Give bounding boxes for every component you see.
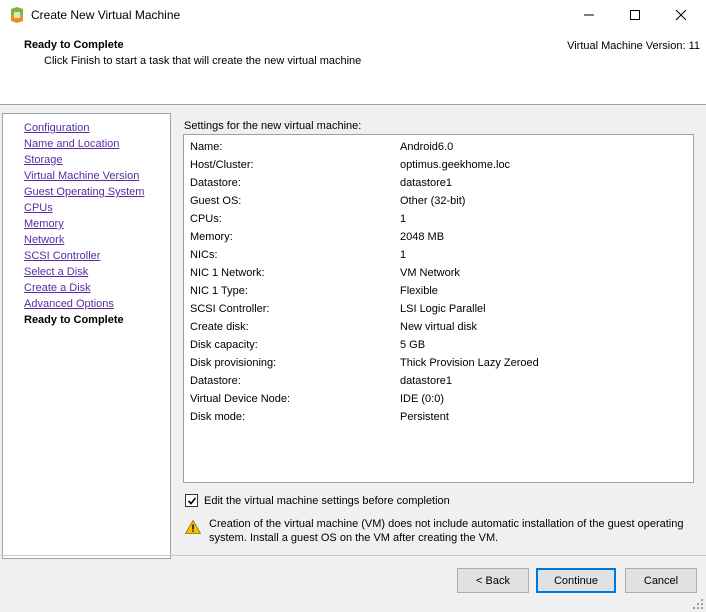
close-button[interactable] (658, 0, 704, 30)
setting-value: Other (32-bit) (400, 195, 466, 207)
nav-step-memory[interactable]: Memory (24, 218, 64, 230)
resize-grip-icon[interactable] (692, 598, 704, 610)
setting-name: Name: (190, 141, 223, 153)
setting-name: Disk mode: (190, 411, 246, 423)
settings-row: NIC 1 Type: Flexible (184, 283, 693, 301)
nav-step-name-and-location[interactable]: Name and Location (24, 138, 119, 150)
button-divider (0, 555, 706, 556)
cancel-button[interactable]: Cancel (625, 568, 697, 593)
nav-step-advanced-options[interactable]: Advanced Options (24, 298, 114, 310)
checkmark-icon (187, 496, 196, 505)
setting-value: IDE (0:0) (400, 393, 445, 405)
settings-row: Create disk: New virtual disk (184, 319, 693, 337)
nav-step-storage[interactable]: Storage (24, 154, 63, 166)
edit-settings-checkbox[interactable] (185, 494, 198, 507)
setting-value: Android6.0 (400, 141, 454, 153)
settings-row: Name: Android6.0 (184, 139, 693, 157)
setting-name: Datastore: (190, 375, 241, 387)
wizard-header: Ready to Complete Click Finish to start … (0, 30, 706, 104)
edit-settings-label[interactable]: Edit the virtual machine settings before… (204, 495, 450, 507)
setting-value: optimus.geekhome.loc (400, 159, 511, 171)
setting-name: Disk provisioning: (190, 357, 277, 369)
settings-row: CPUs: 1 (184, 211, 693, 229)
settings-row: Guest OS: Other (32-bit) (184, 193, 693, 211)
setting-value: Thick Provision Lazy Zeroed (400, 357, 539, 369)
nav-step-virtual-machine-version[interactable]: Virtual Machine Version (24, 170, 139, 182)
nav-step-guest-operating-system[interactable]: Guest Operating System (24, 186, 144, 198)
setting-value: datastore1 (400, 177, 452, 189)
window-title: Create New Virtual Machine (31, 8, 181, 22)
setting-name: Virtual Device Node: (190, 393, 291, 405)
setting-value: 2048 MB (400, 231, 445, 243)
settings-row: SCSI Controller: LSI Logic Parallel (184, 301, 693, 319)
nav-step-network[interactable]: Network (24, 234, 64, 246)
wizard-body: Configuration Name and Location Storage Vir… (0, 104, 706, 612)
nav-step-select-a-disk[interactable]: Select a Disk (24, 266, 88, 278)
nav-step-scsi-controller[interactable]: SCSI Controller (24, 250, 100, 262)
vm-version-label: Virtual Machine Version: 11 (567, 40, 700, 52)
setting-value: Flexible (400, 285, 438, 297)
maximize-button[interactable] (612, 0, 658, 30)
settings-label: Settings for the new virtual machine: (184, 120, 362, 132)
warning-message: Creation of the virtual machine (VM) doe… (209, 518, 684, 544)
settings-row: Memory: 2048 MB (184, 229, 693, 247)
setting-name: NIC 1 Type: (190, 285, 248, 297)
setting-name: Host/Cluster: (190, 159, 254, 171)
setting-value: 1 (400, 249, 407, 261)
continue-button[interactable]: Continue (536, 568, 616, 593)
wizard-steps-nav: Configuration Name and Location Storage Vir… (2, 113, 171, 559)
setting-name: NIC 1 Network: (190, 267, 265, 279)
minimize-button[interactable] (566, 0, 612, 30)
settings-row: Datastore: datastore1 (184, 175, 693, 193)
settings-row: Disk provisioning: Thick Provision Lazy Z… (184, 355, 693, 373)
title-bar: Create New Virtual Machine (0, 0, 706, 30)
settings-row: NICs: 1 (184, 247, 693, 265)
nav-step-cpus[interactable]: CPUs (24, 202, 53, 214)
page-title: Ready to Complete (24, 39, 124, 51)
setting-name: NICs: (190, 249, 218, 261)
settings-row: Virtual Device Node: IDE (0:0) (184, 391, 693, 409)
settings-row: Datastore: datastore1 (184, 373, 693, 391)
setting-value: datastore1 (400, 375, 452, 387)
setting-value: New virtual disk (400, 321, 478, 333)
setting-value: LSI Logic Parallel (400, 303, 486, 315)
setting-name: Datastore: (190, 177, 241, 189)
nav-step-configuration[interactable]: Configuration (24, 122, 89, 134)
vsphere-logo-icon (11, 7, 23, 23)
setting-name: SCSI Controller: (190, 303, 270, 315)
setting-name: Guest OS: (190, 195, 242, 207)
settings-row: Disk mode: Persistent (184, 409, 693, 427)
setting-name: Disk capacity: (190, 339, 258, 351)
settings-row: Host/Cluster: optimus.geekhome.loc (184, 157, 693, 175)
page-subtitle: Click Finish to start a task that will c… (44, 55, 362, 67)
setting-value: Persistent (400, 411, 449, 423)
settings-row: NIC 1 Network: VM Network (184, 265, 693, 283)
settings-summary-box: Name: Android6.0 Host/Cluster: optimus.geek… (183, 134, 694, 483)
settings-row: Disk capacity: 5 GB (184, 337, 693, 355)
setting-name: CPUs: (190, 213, 222, 225)
setting-name: Create disk: (190, 321, 249, 333)
back-button[interactable]: < Back (457, 568, 529, 593)
maximize-icon (630, 10, 640, 20)
nav-step-create-a-disk[interactable]: Create a Disk (24, 282, 91, 294)
minimize-icon (584, 14, 594, 16)
setting-name: Memory: (190, 231, 233, 243)
nav-step-ready-to-complete: Ready to Complete (24, 314, 124, 326)
warning-icon (185, 520, 201, 534)
close-icon (675, 9, 687, 21)
setting-value: 5 GB (400, 339, 426, 351)
setting-value: 1 (400, 213, 407, 225)
setting-value: VM Network (400, 267, 460, 279)
